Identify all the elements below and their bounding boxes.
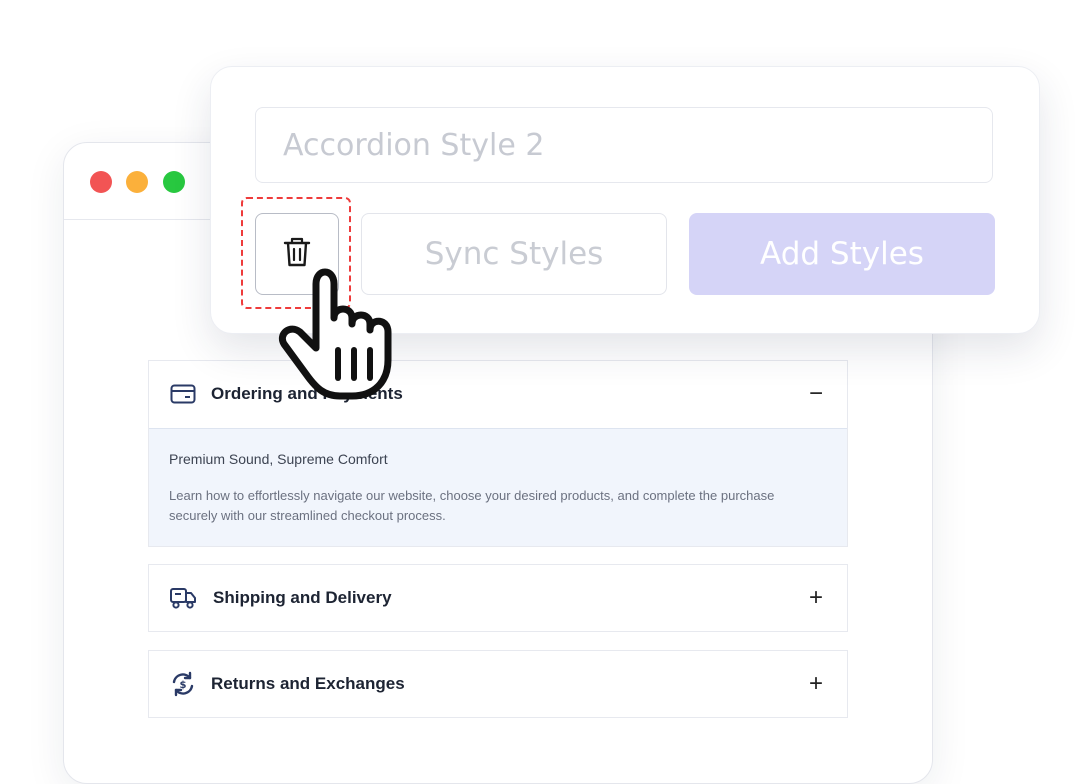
accordion-item-shipping: Shipping and Delivery + — [148, 564, 848, 632]
sync-styles-button[interactable]: Sync Styles — [361, 213, 667, 295]
accordion-item-returns: $ Returns and Exchanges + — [148, 650, 848, 718]
expand-icon[interactable]: + — [805, 586, 827, 610]
accordion-body: Premium Sound, Supreme Comfort Learn how… — [149, 428, 847, 546]
window-close-button[interactable] — [90, 171, 112, 193]
window-minimize-button[interactable] — [126, 171, 148, 193]
delete-style-button[interactable] — [255, 213, 339, 295]
accordion-header[interactable]: Ordering and Payments − — [149, 361, 847, 427]
accordion-item-ordering: Ordering and Payments − Premium Sound, S… — [148, 360, 848, 547]
window-maximize-button[interactable] — [163, 171, 185, 193]
collapse-icon[interactable]: − — [805, 382, 827, 406]
accordion-header[interactable]: $ Returns and Exchanges + — [149, 651, 847, 717]
accordion-title: Shipping and Delivery — [213, 588, 392, 607]
accordion-header[interactable]: Shipping and Delivery + — [149, 565, 847, 631]
accordion-title: Ordering and Payments — [211, 384, 403, 403]
accordion-title: Returns and Exchanges — [211, 674, 405, 693]
accordion-subtitle: Premium Sound, Supreme Comfort — [169, 451, 388, 467]
trash-icon — [282, 236, 312, 273]
credit-card-icon — [169, 380, 197, 408]
exchange-icon: $ — [169, 670, 197, 698]
svg-text:$: $ — [180, 680, 187, 691]
add-styles-button[interactable]: Add Styles — [689, 213, 995, 295]
delivery-truck-icon — [169, 584, 197, 612]
accordion-description: Learn how to effortlessly navigate our w… — [169, 488, 775, 523]
style-editor-card: Accordion Style 2 Sync Styles Add Styles — [210, 66, 1040, 334]
style-name-input[interactable]: Accordion Style 2 — [255, 107, 993, 183]
expand-icon[interactable]: + — [805, 672, 827, 696]
